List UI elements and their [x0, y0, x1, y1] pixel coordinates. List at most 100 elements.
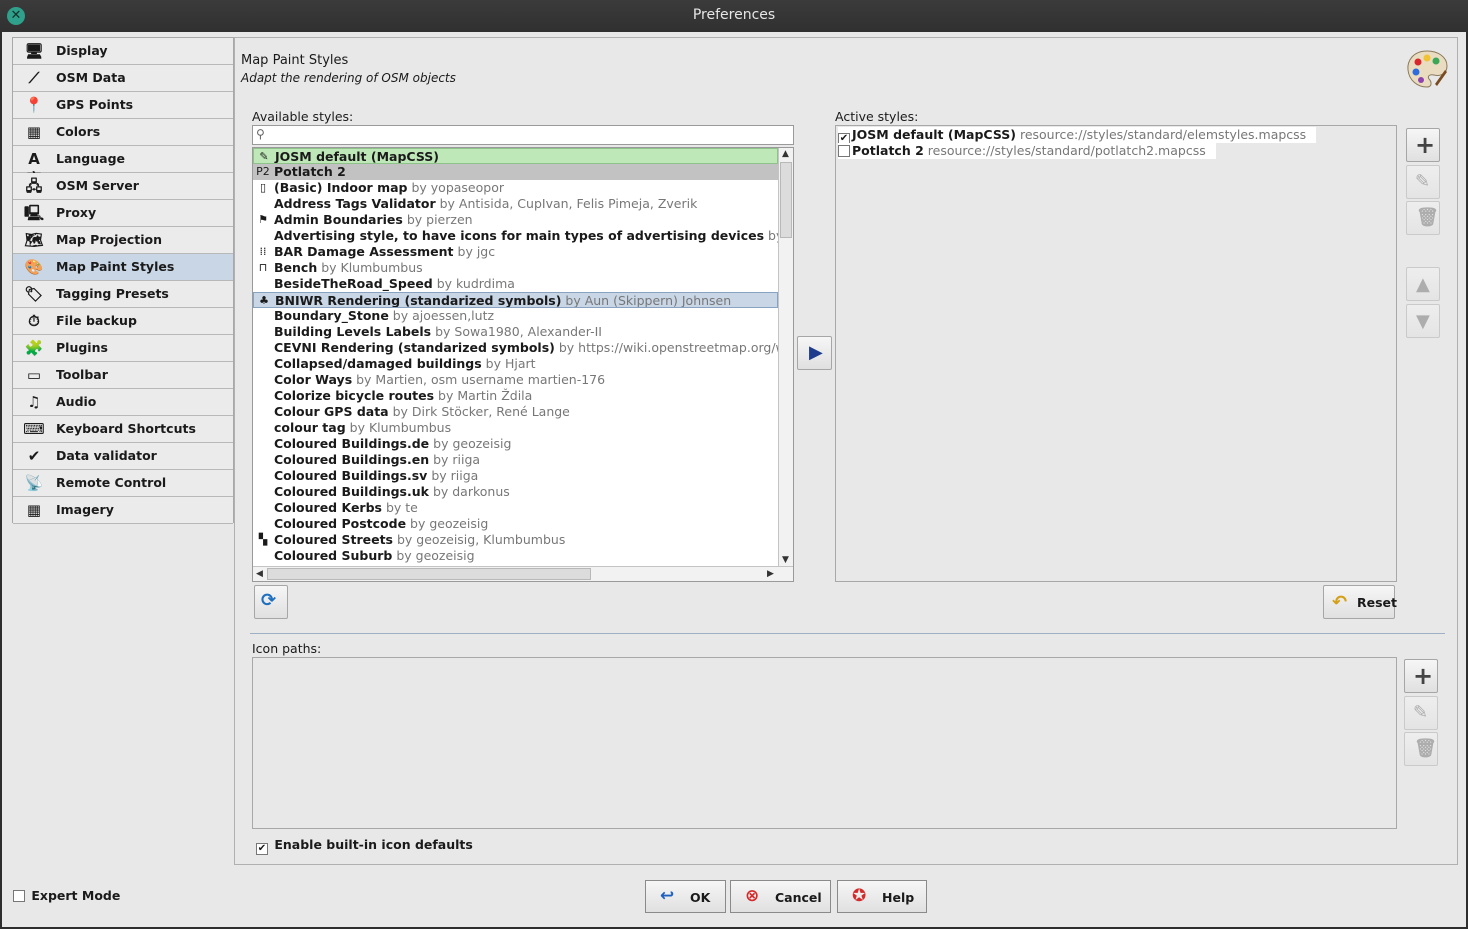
list-item[interactable]: Coloured Buildings.uk by darkonus — [253, 484, 778, 500]
active-style-row[interactable]: ✔ JOSM default (MapCSS) resource://styles… — [838, 127, 1317, 145]
edit-style-button[interactable]: ✎ — [1406, 165, 1440, 199]
edit-icon-path-button[interactable]: ✎ — [1404, 696, 1438, 730]
list-item[interactable]: ⊓ Bench by Klumbumbus — [253, 260, 778, 276]
ok-button[interactable]: ↩ OK — [645, 880, 726, 913]
list-item[interactable]: Coloured Buildings.sv by riiga — [253, 468, 778, 484]
checkbox[interactable] — [13, 890, 25, 902]
sidebar-item-display[interactable]: 🖥 Display — [13, 38, 233, 65]
list-item[interactable]: Advertising style, to have icons for mai… — [253, 228, 778, 244]
list-item[interactable]: ▚ Coloured Streets by geozeisig, Klumbumb… — [253, 532, 778, 548]
scrollbar-thumb[interactable] — [267, 568, 591, 580]
list-item[interactable]: Coloured Buildings.de by geozeisig — [253, 436, 778, 452]
sidebar-item-map-projection[interactable]: 🗺 Map Projection — [13, 227, 233, 254]
cancel-button[interactable]: ⊗ Cancel — [730, 880, 831, 913]
icon-paths-list[interactable] — [252, 657, 1397, 829]
list-item[interactable]: Colorize bicycle routes by Martin Ždila — [253, 388, 778, 404]
style-author: by te — [385, 500, 418, 515]
reset-button[interactable]: ↶ Reset — [1323, 585, 1397, 619]
gps-points-icon: 📍 — [24, 96, 44, 114]
checkbox[interactable]: ✔ — [256, 843, 268, 855]
style-name: BesideTheRoad_Speed — [274, 276, 433, 291]
add-icon-path-button[interactable]: + — [1404, 659, 1438, 693]
list-item[interactable]: Coloured Postcode by geozeisig — [253, 516, 778, 532]
available-styles-list[interactable]: Coloured Suburb by geozeisig ▚ Coloured St… — [252, 147, 794, 582]
sidebar-item-label: Proxy — [56, 205, 97, 220]
sidebar-item-osm-data[interactable]: ⟋ OSM Data — [13, 65, 233, 92]
list-item[interactable]: ✎ JOSM default (MapCSS) — [253, 148, 778, 164]
tag-icon: 🏷 — [24, 285, 44, 303]
sidebar-item-map-paint-styles[interactable]: 🎨 Map Paint Styles — [13, 254, 233, 281]
sidebar-item-toolbar[interactable]: ▭ Toolbar — [13, 362, 233, 389]
scroll-right-icon[interactable]: ▶ — [767, 569, 774, 579]
sidebar-item-keyboard-shortcuts[interactable]: ⌨ Keyboard Shortcuts — [13, 416, 233, 443]
list-item[interactable]: Coloured Buildings.en by riiga — [253, 452, 778, 468]
style-author: by https://wiki.openstreetmap.org/wiki/U… — [558, 340, 778, 355]
activate-style-button[interactable]: ▶ — [797, 336, 832, 370]
list-item[interactable]: Colour GPS data by Dirk Stöcker, René La… — [253, 404, 778, 420]
sidebar-item-colors[interactable]: ▦ Colors — [13, 119, 233, 146]
list-item[interactable]: ♣ BNIWR Rendering (standarized symbols) b… — [253, 292, 778, 308]
list-item[interactable]: CEVNI Rendering (standarized symbols) by… — [253, 340, 778, 356]
style-search-input[interactable]: ⚲ — [252, 125, 794, 145]
style-author: by geozeisig, Klumbumbus — [396, 532, 566, 547]
sidebar-item-audio[interactable]: ♫ Audio — [13, 389, 233, 416]
sidebar-item-file-backup[interactable]: ⏱ File backup — [13, 308, 233, 335]
style-icon: ⚑ — [258, 213, 268, 226]
list-item[interactable]: Collapsed/damaged buildings by Hjart — [253, 356, 778, 372]
sidebar-item-data-validator[interactable]: ✔ Data validator — [13, 443, 233, 470]
horizontal-scrollbar[interactable]: ◀ ▶ — [253, 566, 793, 581]
map-projection-icon: 🗺 — [24, 231, 44, 249]
list-item[interactable]: ⁞⁞ BAR Damage Assessment by jgc — [253, 244, 778, 260]
list-item[interactable]: Coloured Suburb by geozeisig — [253, 548, 778, 564]
active-style-row[interactable]: Potlatch 2 resource://styles/standard/po… — [838, 143, 1216, 159]
list-item[interactable]: Color Ways by Martien, osm username mart… — [253, 372, 778, 388]
sidebar-item-gps-points[interactable]: 📍 GPS Points — [13, 92, 233, 119]
sidebar-item-plugins[interactable]: 🧩 Plugins — [13, 335, 233, 362]
style-icon: ⊓ — [258, 261, 268, 274]
move-down-button[interactable]: ▼ — [1406, 304, 1440, 338]
sidebar-item-label: Tagging Presets — [56, 286, 169, 301]
list-item[interactable]: Boundary_Stone by ajoessen,lutz — [253, 308, 778, 324]
list-item[interactable]: Coloured Kerbs by te — [253, 500, 778, 516]
list-item[interactable]: P2 Potlatch 2 — [253, 164, 778, 180]
list-item[interactable]: ⚑ Admin Boundaries by pierzen — [253, 212, 778, 228]
sidebar-item-label: Map Projection — [56, 232, 163, 247]
sidebar-item-tagging-presets[interactable]: 🏷 Tagging Presets — [13, 281, 233, 308]
sidebar-item-remote-control[interactable]: 📡 Remote Control — [13, 470, 233, 497]
scroll-left-icon[interactable]: ◀ — [256, 569, 263, 579]
list-item[interactable]: ▯ (Basic) Indoor map by yopaseopor — [253, 180, 778, 196]
sidebar-item-language[interactable]: A字 Language — [13, 146, 233, 188]
style-author: by ajoessen,lutz — [392, 308, 495, 323]
refresh-button[interactable]: ⟳ — [254, 585, 288, 619]
style-name: Colour GPS data — [274, 404, 389, 419]
style-icon: ♣ — [259, 294, 269, 307]
style-icon — [255, 356, 271, 372]
sidebar-item-label: Data validator — [56, 448, 157, 463]
style-name: CEVNI Rendering (standarized symbols) — [274, 340, 555, 355]
sidebar-item-label: OSM Server — [56, 178, 139, 193]
list-item[interactable]: colour tag by Klumbumbus — [253, 420, 778, 436]
style-author: by darkonus — [432, 484, 510, 499]
scroll-up-icon[interactable]: ▲ — [782, 149, 789, 159]
scrollbar-thumb[interactable] — [780, 162, 792, 238]
delete-style-button[interactable]: 🗑 — [1406, 201, 1440, 235]
arrow-right-icon: ▶ — [809, 342, 823, 363]
audio-icon: ♫ — [27, 393, 41, 411]
list-item[interactable]: Address Tags Validator by Antisida, CupI… — [253, 196, 778, 212]
expert-mode-checkbox[interactable]: Expert Mode — [13, 888, 120, 903]
enable-icon-defaults-checkbox[interactable]: ✔ Enable built-in icon defaults — [256, 837, 473, 855]
arrow-up-icon: ▲ — [1416, 274, 1430, 295]
move-up-button[interactable]: ▲ — [1406, 267, 1440, 301]
active-styles-list[interactable]: ✔ JOSM default (MapCSS) resource://styles… — [835, 125, 1397, 582]
vertical-scrollbar[interactable]: ▲ ▼ — [778, 148, 793, 566]
checkbox[interactable] — [838, 145, 850, 157]
list-item[interactable]: Building Levels Labels by Sowa1980, Alex… — [253, 324, 778, 340]
help-button[interactable]: ✪ Help — [837, 880, 927, 913]
delete-icon-path-button[interactable]: 🗑 — [1404, 732, 1438, 766]
sidebar-item-imagery[interactable]: ▦ Imagery — [13, 497, 233, 524]
sidebar-item-proxy[interactable]: 🖳 Proxy — [13, 200, 233, 227]
add-style-button[interactable]: + — [1406, 128, 1440, 162]
sidebar-item-osm-server[interactable]: 🖧 OSM Server — [13, 173, 233, 200]
scroll-down-icon[interactable]: ▼ — [782, 555, 789, 565]
list-item[interactable]: BesideTheRoad_Speed by kudrdima — [253, 276, 778, 292]
